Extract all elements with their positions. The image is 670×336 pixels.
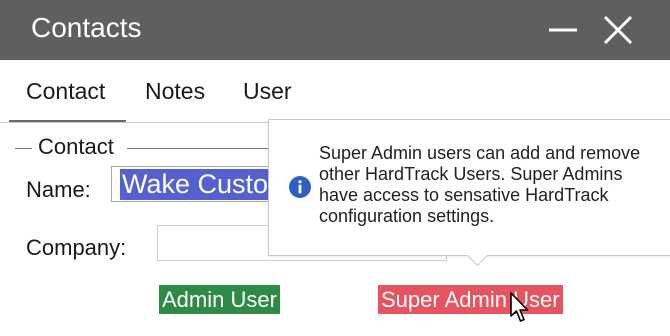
tooltip-line: Super Admin users can add and remove (319, 143, 641, 163)
company-label: Company: (26, 235, 127, 260)
window-title: Contacts (31, 12, 142, 43)
minimize-icon (549, 28, 577, 32)
tab-contact[interactable]: Contact (26, 76, 105, 106)
fieldset-border (127, 148, 272, 149)
tooltip-line: have access to sensative HardTrack (319, 185, 609, 205)
info-icon (289, 176, 311, 198)
tooltip-line: configuration settings. (319, 206, 495, 226)
name-input[interactable]: Wake Custo (111, 166, 281, 202)
tooltip-line: other HardTrack Users. Super Admins (319, 164, 623, 184)
super-admin-user-toggle[interactable]: Super Admin User (378, 285, 563, 314)
active-tab-indicator (9, 120, 126, 122)
tab-bar: Contact Notes User (0, 60, 670, 123)
name-label: Name: (26, 177, 91, 202)
title-bar: Contacts (0, 0, 670, 60)
tab-user[interactable]: User (243, 76, 292, 106)
tooltip-text: Super Admin users can add and remove oth… (319, 143, 670, 227)
tab-notes[interactable]: Notes (145, 76, 205, 106)
minimize-button[interactable] (542, 10, 582, 50)
fieldset-border (15, 148, 32, 149)
close-icon (603, 15, 633, 45)
admin-user-toggle[interactable]: Admin User (159, 285, 280, 314)
close-button[interactable] (598, 10, 638, 50)
mouse-cursor-icon (510, 292, 529, 322)
name-input-selected-text: Wake Custo (120, 169, 271, 200)
contact-section-legend: Contact (38, 134, 114, 159)
